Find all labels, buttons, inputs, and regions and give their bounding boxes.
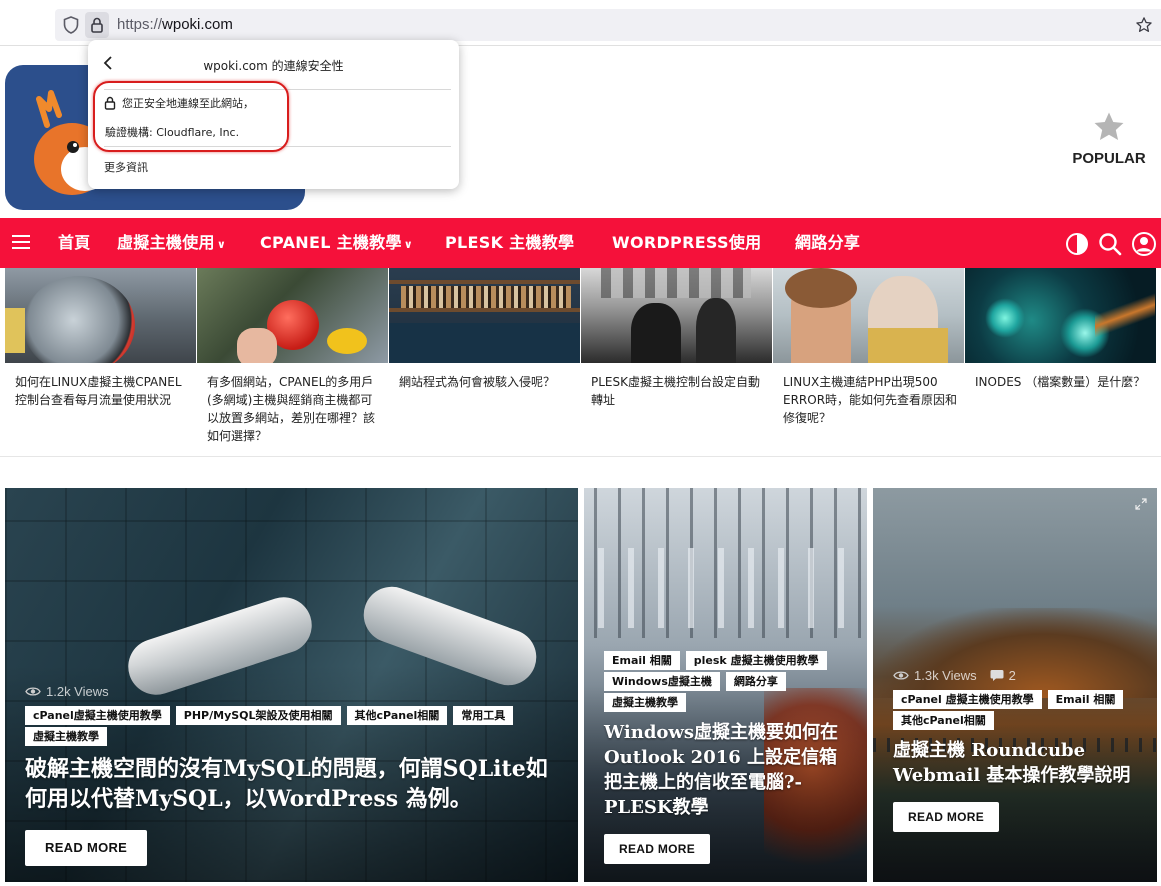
post-title[interactable]: 網站程式為何會被駭入侵呢？	[399, 373, 574, 391]
comment-count: 2	[1008, 668, 1016, 683]
nav-label: 首頁	[58, 233, 91, 252]
post-title[interactable]: Windows虛擬主機要如何在 Outlook 2016 上設定信箱把主機上的信…	[604, 720, 854, 820]
tag-list: cPanel虛擬主機使用教學 PHP/MySQL架設及使用相關 其他cPanel…	[25, 706, 564, 746]
nav-item-wordpress[interactable]: WORDPRESS使用	[612, 218, 761, 268]
eye-icon	[893, 671, 909, 680]
recent-posts-row: 如何在LINUX虛擬主機CPANEL控制台查看每月流量使用狀況 有多個網站，CP…	[5, 268, 1157, 458]
nav-item-virtual-host[interactable]: 虛擬主機使用 ∨	[117, 218, 226, 270]
view-count-text: 1.2k Views	[46, 684, 109, 699]
category-tag[interactable]: 虛擬主機教學	[604, 693, 686, 712]
nav-item-home[interactable]: 首頁	[58, 218, 91, 268]
nav-label: CPANEL 主機教學	[260, 233, 402, 252]
post-title[interactable]: 有多個網站，CPANEL的多用戶(多網域)主機與經銷商主機都可以放置多網站，差別…	[207, 373, 382, 445]
post-thumbnail[interactable]	[5, 268, 196, 363]
post-title[interactable]: 破解主機空間的沒有MySQL的問題，何謂SQLite如何用以代替MySQL，以W…	[25, 754, 565, 814]
category-tag[interactable]: Email 相關	[604, 651, 680, 670]
category-tag[interactable]: 其他cPanel相關	[346, 706, 448, 725]
nav-label: 網路分享	[795, 233, 861, 252]
user-account-icon[interactable]	[1131, 231, 1157, 257]
view-count-text: 1.3k Views	[914, 668, 977, 683]
post-title[interactable]: PLESK虛擬主機控制台設定自動轉址	[591, 373, 766, 409]
read-more-button[interactable]: READ MORE	[25, 830, 148, 866]
url-host: wpoki.com	[162, 16, 233, 33]
bookmark-star-icon[interactable]	[1135, 9, 1153, 41]
category-tag[interactable]: 網路分享	[725, 672, 786, 691]
category-tag[interactable]: cPanel虛擬主機使用教學	[25, 706, 170, 725]
category-tag[interactable]: Windows虛擬主機	[604, 672, 720, 691]
featured-post-card[interactable]: 1.2k Views cPanel虛擬主機使用教學 PHP/MySQL架設及使用…	[5, 488, 578, 882]
post-card[interactable]: INODES （檔案數量）是什麼？	[965, 268, 1156, 391]
post-thumbnail[interactable]	[197, 268, 388, 363]
featured-post-card[interactable]: Email 相關 plesk 虛擬主機使用教學 Windows虛擬主機 網路分享…	[584, 488, 867, 882]
shield-icon[interactable]	[60, 9, 82, 41]
nav-item-plesk[interactable]: PLESK 主機教學	[445, 218, 574, 268]
category-tag[interactable]: PHP/MySQL架設及使用相關	[175, 706, 341, 725]
category-tag[interactable]: plesk 虛擬主機使用教學	[685, 651, 827, 670]
nav-item-network-share[interactable]: 網路分享	[795, 218, 860, 268]
nav-item-cpanel[interactable]: CPANEL 主機教學 ∨	[260, 218, 413, 270]
read-more-button[interactable]: READ MORE	[893, 802, 1000, 832]
chevron-down-icon: ∨	[403, 238, 414, 251]
nav-label: WORDPRESS使用	[612, 233, 762, 252]
post-card[interactable]: 有多個網站，CPANEL的多用戶(多網域)主機與經銷商主機都可以放置多網站，差別…	[197, 268, 388, 445]
post-card[interactable]: PLESK虛擬主機控制台設定自動轉址	[581, 268, 772, 409]
featured-post-card[interactable]: 1.3k Views 2 cPanel 虛擬主機使用教學 Email 相關 其他…	[873, 488, 1157, 882]
post-thumbnail[interactable]	[389, 268, 580, 363]
post-card[interactable]: LINUX主機連結PHP出現500 ERROR時，能如何先查看原因和修復呢？	[773, 268, 964, 427]
post-thumbnail[interactable]	[581, 268, 772, 363]
eye-icon	[25, 687, 41, 696]
popup-title: wpoki.com 的連線安全性	[203, 59, 344, 73]
url-scheme: https://	[117, 16, 163, 33]
category-tag[interactable]: 常用工具	[453, 706, 514, 725]
post-title[interactable]: LINUX主機連結PHP出現500 ERROR時，能如何先查看原因和修復呢？	[783, 373, 958, 427]
star-icon	[1094, 112, 1124, 141]
search-icon[interactable]	[1097, 231, 1123, 257]
chevron-down-icon: ∨	[216, 238, 227, 251]
divider	[0, 456, 1161, 457]
post-thumbnail[interactable]	[965, 268, 1156, 363]
more-info-link[interactable]: 更多資訊	[104, 159, 148, 175]
post-title[interactable]: INODES （檔案數量）是什麼？	[975, 373, 1150, 391]
view-count: 1.2k Views	[25, 684, 564, 699]
category-tag[interactable]: 虛擬主機教學	[25, 727, 107, 746]
comment-icon	[990, 670, 1004, 681]
popular-link[interactable]: POPULAR	[1068, 110, 1150, 167]
nav-label: PLESK 主機教學	[445, 233, 575, 252]
category-tag[interactable]: Email 相關	[1047, 690, 1124, 709]
post-title[interactable]: 虛擬主機 Roundcube Webmail 基本操作教學說明	[893, 738, 1148, 788]
expand-icon[interactable]	[1135, 498, 1147, 510]
post-card[interactable]: 如何在LINUX虛擬主機CPANEL控制台查看每月流量使用狀況	[5, 268, 196, 409]
popular-label: POPULAR	[1072, 150, 1146, 167]
category-tag[interactable]: 其他cPanel相關	[893, 711, 994, 730]
dark-mode-toggle-icon[interactable]	[1064, 231, 1090, 257]
main-nav: 首頁 虛擬主機使用 ∨ CPANEL 主機教學 ∨ PLESK 主機教學 WORDP…	[0, 218, 1161, 268]
tag-list: cPanel 虛擬主機使用教學 Email 相關 其他cPanel相關	[893, 690, 1147, 730]
view-count: 1.3k Views 2	[893, 668, 1147, 683]
address-field[interactable]: https://wpoki.com	[55, 9, 1161, 41]
highlight-annotation	[93, 81, 289, 152]
read-more-button[interactable]: READ MORE	[604, 834, 711, 864]
hamburger-menu-icon[interactable]	[12, 235, 30, 249]
url-text[interactable]: https://wpoki.com	[117, 9, 233, 41]
post-title[interactable]: 如何在LINUX虛擬主機CPANEL控制台查看每月流量使用狀況	[15, 373, 190, 409]
category-tag[interactable]: cPanel 虛擬主機使用教學	[893, 690, 1042, 709]
nav-label: 虛擬主機使用	[117, 233, 215, 252]
post-card[interactable]: 網站程式為何會被駭入侵呢？	[389, 268, 580, 391]
lock-icon[interactable]	[85, 12, 109, 38]
tag-list: Email 相關 plesk 虛擬主機使用教學 Windows虛擬主機 網路分享…	[604, 651, 857, 712]
post-thumbnail[interactable]	[773, 268, 964, 363]
